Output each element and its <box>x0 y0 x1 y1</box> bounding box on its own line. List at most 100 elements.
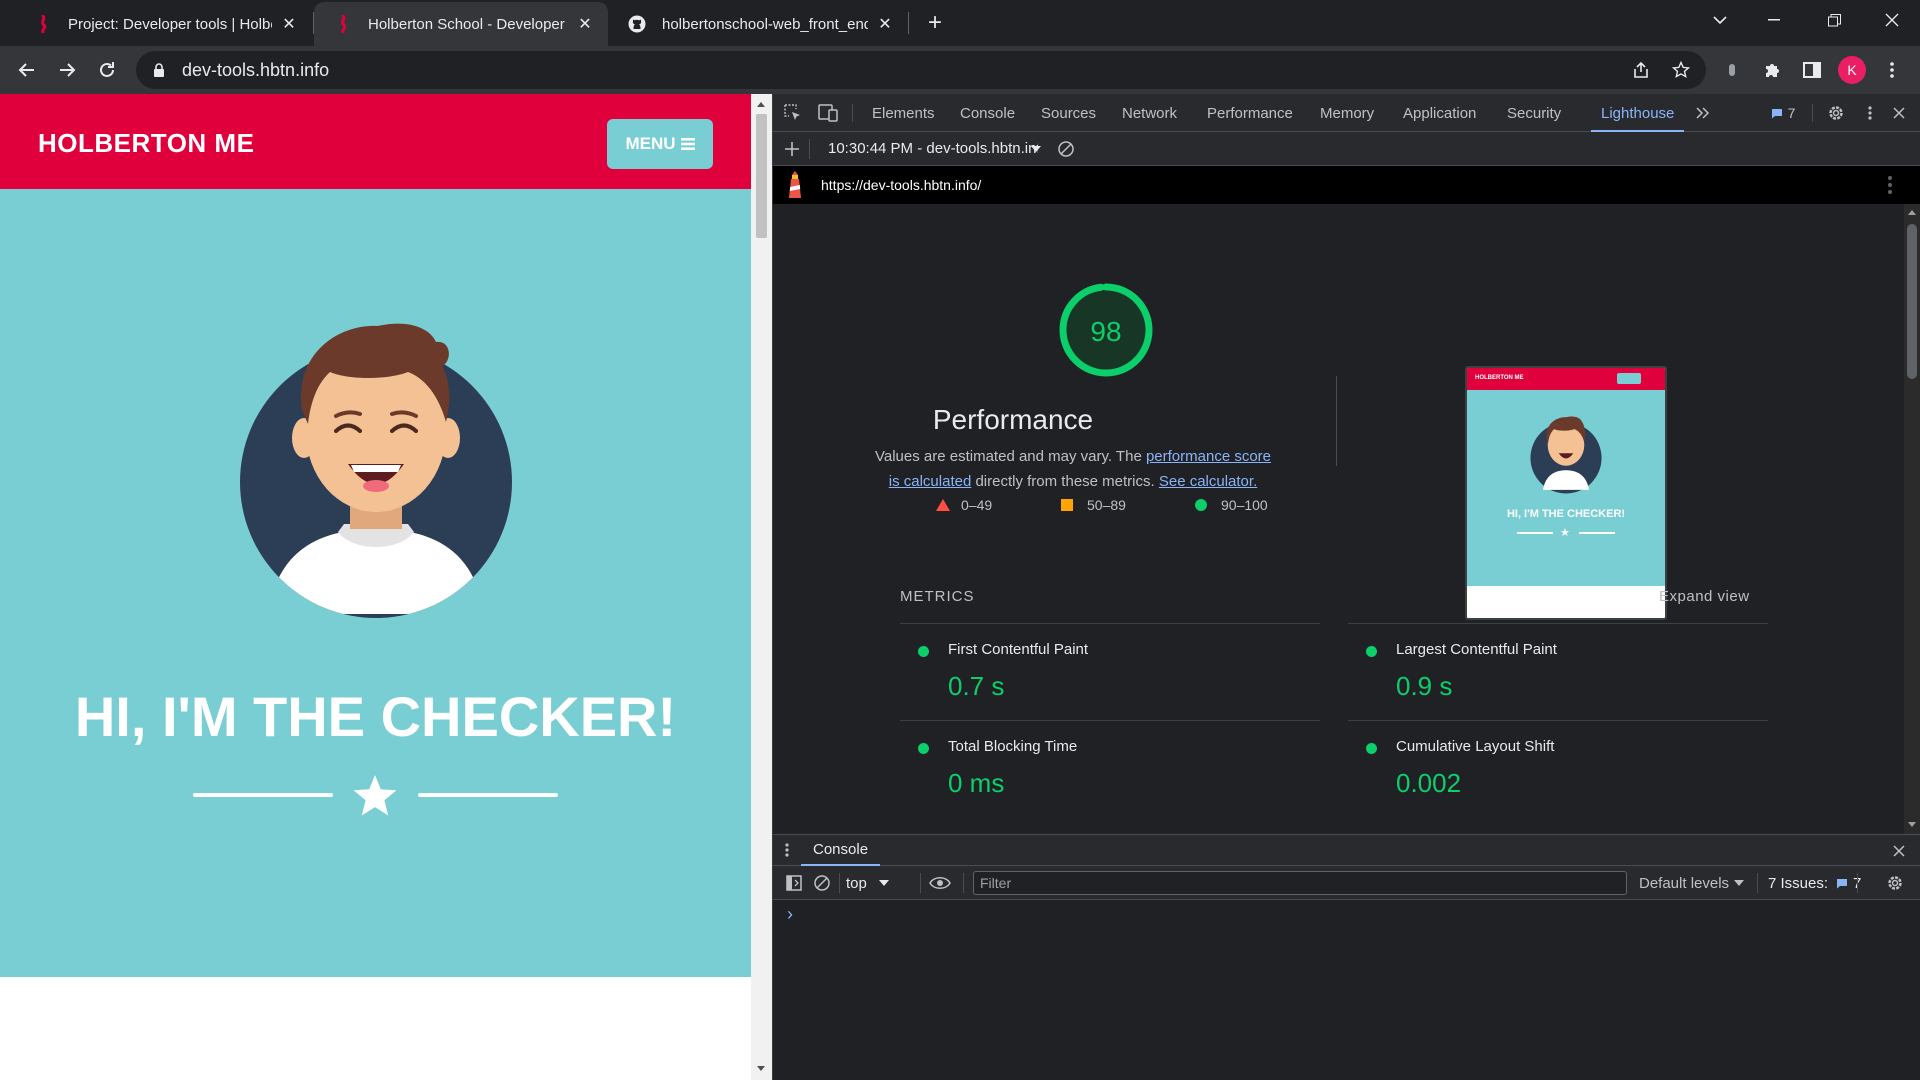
tab-lighthouse[interactable]: Lighthouse <box>1590 94 1685 132</box>
scroll-down-icon[interactable] <box>1908 822 1916 827</box>
report-url[interactable]: https://dev-tools.hbtn.info/ <box>821 177 981 193</box>
tab-github[interactable]: holbertonschool-web_front_end ✕ <box>608 2 908 46</box>
tab-console[interactable]: Console <box>960 94 1015 132</box>
scroll-up-icon[interactable] <box>1908 210 1916 215</box>
menu-button[interactable]: MENU <box>607 119 713 169</box>
tab-elements[interactable]: Elements <box>872 94 935 132</box>
thumb-divider <box>1579 532 1615 534</box>
tab-memory[interactable]: Memory <box>1320 94 1374 132</box>
tab-search-icon[interactable] <box>1692 0 1748 40</box>
github-icon <box>628 15 646 33</box>
site-logo[interactable]: HOLBERTON ME <box>38 128 254 159</box>
minimize-icon[interactable] <box>1746 0 1802 40</box>
description-text: directly from these metrics. <box>971 473 1159 490</box>
final-screenshot[interactable]: HOLBERTON ME HI, I'M THE CHECKER! ★ <box>1465 366 1667 620</box>
restore-icon[interactable] <box>1806 0 1862 40</box>
expand-view-toggle[interactable]: Expand view <box>1659 588 1750 605</box>
eye-icon[interactable] <box>927 871 953 895</box>
console-output[interactable]: › <box>773 900 1920 1080</box>
extension-icon[interactable] <box>1716 54 1748 86</box>
tab-network[interactable]: Network <box>1122 94 1177 132</box>
address-url: dev-tools.hbtn.info <box>182 59 330 80</box>
star-icon <box>353 775 397 816</box>
toolbar-divider <box>1812 104 1813 122</box>
new-tab-button[interactable]: + <box>920 8 950 38</box>
filter-input[interactable]: Filter <box>973 871 1627 895</box>
issues-button[interactable]: 7 Issues: 7 <box>1768 871 1861 895</box>
close-icon[interactable]: ✕ <box>280 15 298 33</box>
more-tabs-icon[interactable] <box>1688 98 1718 128</box>
thumb-menu <box>1617 373 1641 384</box>
back-icon[interactable] <box>11 54 43 86</box>
pass-dot-icon <box>918 743 929 754</box>
settings-gear-icon[interactable] <box>1821 98 1851 128</box>
drawer-menu-icon[interactable] <box>785 843 789 862</box>
dropdown-caret-icon <box>878 880 889 886</box>
see-calculator-link[interactable]: See calculator. <box>1159 473 1257 490</box>
devtools-menu-icon[interactable] <box>1855 98 1885 128</box>
device-toolbar-icon[interactable] <box>813 98 843 128</box>
sidebar-toggle-icon[interactable] <box>781 871 807 895</box>
hero-section: HI, I'M THE CHECKER! <box>0 189 751 977</box>
address-bar[interactable]: dev-tools.hbtn.info <box>136 51 1706 89</box>
inspect-element-icon[interactable] <box>778 98 808 128</box>
metric-value: 0.7 s <box>948 671 1005 701</box>
metrics-heading: METRICS <box>900 588 975 605</box>
console-settings-gear-icon[interactable] <box>1882 871 1908 895</box>
issues-counter[interactable]: 7 <box>1763 98 1803 128</box>
category-title: Performance <box>932 404 1094 435</box>
square-icon <box>1061 499 1073 511</box>
metric-name: Largest Contentful Paint <box>1396 641 1557 658</box>
more-menu-icon[interactable] <box>1876 54 1908 86</box>
tab-application[interactable]: Application <box>1403 94 1476 132</box>
scroll-down-icon[interactable] <box>757 1066 765 1071</box>
report-selector[interactable]: 10:30:44 PM - dev-tools.hbtn.info <box>828 140 1038 160</box>
close-devtools-icon[interactable] <box>1884 98 1914 128</box>
reload-icon[interactable] <box>91 54 123 86</box>
tab-security[interactable]: Security <box>1507 94 1561 132</box>
new-report-icon[interactable] <box>777 134 807 164</box>
circle-icon <box>1195 499 1207 511</box>
close-drawer-icon[interactable] <box>1893 844 1905 862</box>
tab-strip: Project: Developer tools | Holberton ✕ H… <box>0 0 1920 46</box>
tab-title: Holberton School - Developer tools <box>368 15 568 33</box>
tab-sources[interactable]: Sources <box>1041 94 1096 132</box>
bookmark-star-icon[interactable] <box>1666 55 1696 85</box>
tab-holberton[interactable]: Holberton School - Developer tools ✕ <box>314 2 608 46</box>
issues-label: 7 Issues: <box>1768 874 1829 892</box>
report-scrollbar[interactable] <box>1904 204 1920 834</box>
thumb-avatar <box>1530 416 1602 494</box>
scroll-thumb[interactable] <box>1907 224 1917 379</box>
forward-icon[interactable] <box>51 54 83 86</box>
page-scrollbar[interactable] <box>751 94 772 1080</box>
lighthouse-report: 98 Performance Values are estimated and … <box>773 204 1920 834</box>
profile-avatar[interactable]: K <box>1838 56 1866 84</box>
close-icon[interactable]: ✕ <box>576 15 594 33</box>
scroll-up-icon[interactable] <box>757 102 765 107</box>
tab-project[interactable]: Project: Developer tools | Holberton ✕ <box>14 2 312 46</box>
metric-divider <box>1348 623 1768 624</box>
clear-all-icon[interactable] <box>1051 134 1081 164</box>
report-menu-icon[interactable] <box>1888 175 1892 200</box>
holberton-favicon-icon <box>34 15 52 33</box>
window-close-icon[interactable] <box>1864 0 1920 40</box>
toolbar-divider <box>852 104 853 122</box>
puzzle-icon[interactable] <box>1756 54 1788 86</box>
side-panel-icon[interactable] <box>1796 54 1828 86</box>
triangle-icon <box>936 499 950 511</box>
scroll-thumb[interactable] <box>756 114 767 238</box>
metric-name: Cumulative Layout Shift <box>1396 738 1555 755</box>
dropdown-caret-icon[interactable] <box>1031 146 1041 152</box>
lighthouse-logo-icon <box>789 171 801 198</box>
share-icon[interactable] <box>1626 55 1656 85</box>
console-prompt[interactable]: › <box>787 904 793 925</box>
clear-console-icon[interactable] <box>809 871 835 895</box>
message-icon <box>1837 878 1848 888</box>
close-icon[interactable]: ✕ <box>876 15 894 33</box>
log-levels-dropdown[interactable]: Default levels <box>1639 871 1745 895</box>
context-selector[interactable]: top <box>846 871 889 895</box>
drawer-tab-console[interactable]: Console <box>801 835 881 866</box>
thumb-logo: HOLBERTON ME <box>1475 375 1524 381</box>
thumb-title: HI, I'M THE CHECKER! <box>1506 508 1626 520</box>
tab-performance[interactable]: Performance <box>1207 94 1293 132</box>
